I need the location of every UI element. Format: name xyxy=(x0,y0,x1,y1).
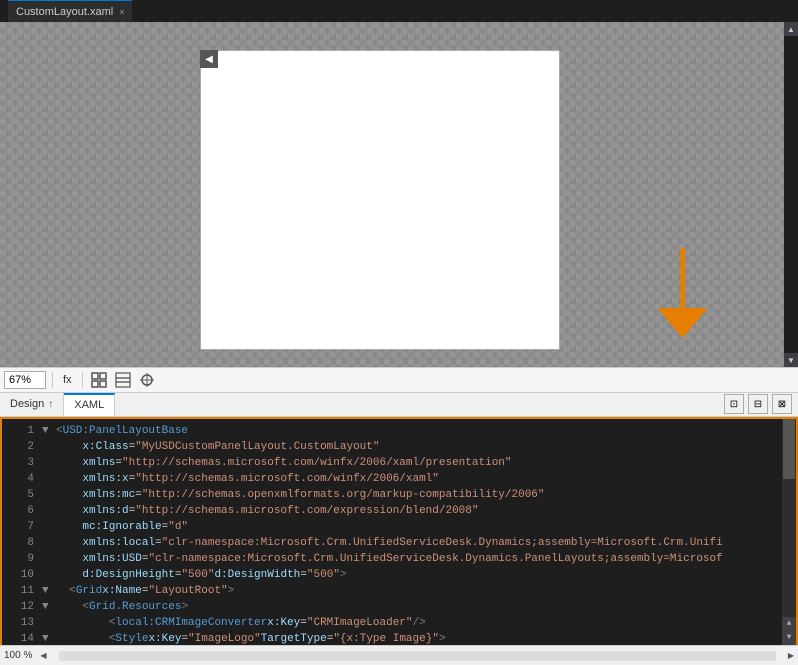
xml-line-8: 8 xmlns:local="clr-namespace:Microsoft.C… xyxy=(2,535,796,551)
arrow-down-indicator xyxy=(658,248,708,347)
grid-view-icon[interactable] xyxy=(89,370,109,390)
design-tab-arrow: ↑ xyxy=(48,399,53,410)
expand-editor-btn[interactable]: ⊡ xyxy=(724,394,744,414)
scroll-track xyxy=(784,36,798,353)
xml-scroll-down-btn[interactable]: ▼ xyxy=(782,631,796,645)
line-num-12: 12 xyxy=(6,599,34,615)
xml-line-13: 13 <local:CRMImageConverter x:Key="CRMIm… xyxy=(2,615,796,631)
line-num-7: 7 xyxy=(6,519,34,535)
scroll-up-btn[interactable]: ▲ xyxy=(784,22,798,36)
zoom-value: 67% xyxy=(9,374,31,386)
toolbar-separator-2 xyxy=(82,372,83,388)
line-num-2: 2 xyxy=(6,439,34,455)
design-canvas xyxy=(200,50,560,350)
zoom-input[interactable]: 67% xyxy=(4,371,46,389)
xml-scroll-thumb[interactable] xyxy=(783,419,795,479)
snap-icon[interactable] xyxy=(137,370,157,390)
bottom-scroll-right-btn[interactable]: ▶ xyxy=(788,651,794,660)
xml-line-7: 7 mc:Ignorable="d" xyxy=(2,519,796,535)
expand-1[interactable]: ▼ xyxy=(42,423,56,439)
line-num-9: 9 xyxy=(6,551,34,567)
design-tab[interactable]: Design ↑ xyxy=(0,393,64,416)
line-num-11: 11 xyxy=(6,583,34,599)
xml-editor-wrapper: 1 ▼ <USD:PanelLayoutBase 2 x:Class="MyUS… xyxy=(0,417,798,645)
close-tab-icon[interactable]: × xyxy=(119,7,124,17)
designer-canvas-area: ◀ ▲ ▼ xyxy=(0,22,798,367)
xml-line-1: 1 ▼ <USD:PanelLayoutBase xyxy=(2,423,796,439)
design-tab-label: Design xyxy=(10,398,44,410)
xml-line-9: 9 xmlns:USD="clr-namespace:Microsoft.Crm… xyxy=(2,551,796,567)
table-view-icon[interactable] xyxy=(113,370,133,390)
view-tab-buttons: ⊡ ⊟ ⊠ xyxy=(722,392,798,416)
main-container: ◀ ▲ ▼ 67% fx xyxy=(0,22,798,665)
designer-scrollbar[interactable]: ▲ ▼ xyxy=(784,22,798,367)
tab-label: CustomLayout.xaml xyxy=(16,6,113,18)
split-editor-btn[interactable]: ⊟ xyxy=(748,394,768,414)
bottom-zoom: 100 % xyxy=(4,650,32,661)
line-num-3: 3 xyxy=(6,455,34,471)
xml-line-14: 14 ▼ <Style x:Key="ImageLogo" TargetType… xyxy=(2,631,796,645)
xml-line-2: 2 x:Class="MyUSDCustomPanelLayout.Custom… xyxy=(2,439,796,455)
xml-line-5: 5 xmlns:mc="http://schemas.openxmlformat… xyxy=(2,487,796,503)
expand-2 xyxy=(42,439,56,455)
line-num-5: 5 xyxy=(6,487,34,503)
xml-line-10: 10 d:DesignHeight="500" d:DesignWidth="5… xyxy=(2,567,796,583)
xml-line-11: 11 ▼ <Grid x:Name="LayoutRoot" > xyxy=(2,583,796,599)
xaml-tab[interactable]: XAML xyxy=(64,393,115,416)
line-num-13: 13 xyxy=(6,615,34,631)
fx-button[interactable]: fx xyxy=(59,372,76,388)
title-bar: CustomLayout.xaml × xyxy=(0,0,798,22)
xml-right-scrollbar[interactable]: ▲ ▼ xyxy=(782,419,796,645)
toolbar-separator-1 xyxy=(52,372,53,388)
file-tab[interactable]: CustomLayout.xaml × xyxy=(8,0,132,22)
line-num-8: 8 xyxy=(6,535,34,551)
xml-line-4: 4 xmlns:x="http://schemas.microsoft.com/… xyxy=(2,471,796,487)
xml-scroll-up-btn[interactable]: ▲ xyxy=(782,617,796,631)
line-num-10: 10 xyxy=(6,567,34,583)
xaml-tab-label: XAML xyxy=(74,399,104,411)
line-num-14: 14 xyxy=(6,631,34,645)
layout-editor-btn[interactable]: ⊠ xyxy=(772,394,792,414)
xml-line-12: 12 ▼ <Grid.Resources> xyxy=(2,599,796,615)
view-tabs: Design ↑ XAML ⊡ ⊟ ⊠ xyxy=(0,393,798,417)
bottom-status-bar: 100 % ◀ ▶ xyxy=(0,645,798,665)
line-num-1: 1 xyxy=(6,423,34,439)
bottom-scrollbar[interactable] xyxy=(59,651,776,661)
xml-editor[interactable]: 1 ▼ <USD:PanelLayoutBase 2 x:Class="MyUS… xyxy=(0,417,798,645)
toolbar: 67% fx xyxy=(0,367,798,393)
bottom-zoom-value: 100 % xyxy=(4,650,32,661)
expand-11[interactable]: ▼ xyxy=(42,583,56,599)
line-num-4: 4 xyxy=(6,471,34,487)
expand-12[interactable]: ▼ xyxy=(42,599,56,615)
canvas-collapse-handle[interactable]: ◀ xyxy=(200,50,218,68)
xml-content: 1 ▼ <USD:PanelLayoutBase 2 x:Class="MyUS… xyxy=(2,419,796,645)
xml-line-6: 6 xmlns:d="http://schemas.microsoft.com/… xyxy=(2,503,796,519)
xml-line-3: 3 xmlns="http://schemas.microsoft.com/wi… xyxy=(2,455,796,471)
scroll-down-btn[interactable]: ▼ xyxy=(784,353,798,367)
bottom-scroll-left-btn[interactable]: ◀ xyxy=(40,651,46,660)
chevron-left-icon: ◀ xyxy=(205,54,213,65)
expand-14[interactable]: ▼ xyxy=(42,631,56,645)
line-num-6: 6 xyxy=(6,503,34,519)
